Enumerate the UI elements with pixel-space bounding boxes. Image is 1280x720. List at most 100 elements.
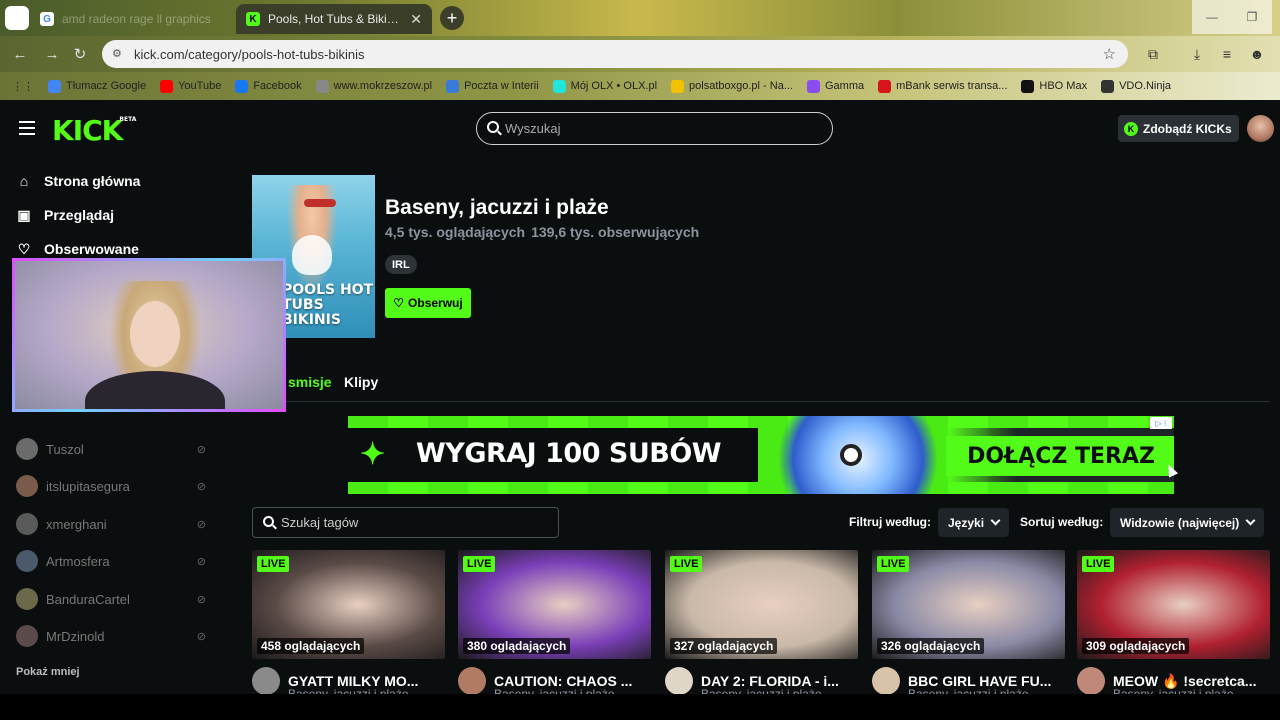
bookmark-favicon-icon [446,79,460,93]
apps-icon[interactable]: ⋮⋮ [12,80,34,93]
join-now-button[interactable]: DOŁĄCZ TERAZ [946,436,1174,476]
get-kicks-button[interactable]: K Zdobądź KICKs [1118,115,1239,142]
sort-label: Sortuj według: [1020,515,1104,529]
viewer-count: 326 oglądających [877,638,985,654]
channel-avatar [16,438,38,460]
followed-channel[interactable]: Tuszol ⊘ [16,437,206,461]
search-placeholder: Wyszukaj [505,121,561,136]
stream-card[interactable]: LIVE 309 oglądających MEOW 🔥 !secretca..… [1077,550,1270,701]
followed-channel[interactable]: itslupitasegura ⊘ [16,474,206,498]
filter-value: Języki [948,515,985,530]
extensions-icon[interactable]: ⧉ [1144,45,1162,63]
close-tab-icon[interactable]: ✕ [410,11,422,28]
kick-logo[interactable]: KICK BETA [52,114,136,147]
sidebar-item-home[interactable]: ⌂ Strona główna [16,173,141,189]
media-icon[interactable]: ≡ [1218,45,1236,63]
bookmark-label: Mój OLX • OLX.pl [570,80,658,92]
tab-clips[interactable]: Klipy [344,374,378,390]
search-input[interactable]: Wyszukaj [476,112,833,145]
banner-text: WYGRAJ 100 SUBÓW [416,438,722,469]
streamer-avatar[interactable] [252,667,280,695]
bookmark-label: Facebook [253,80,302,92]
minimize-icon[interactable]: — [1192,0,1232,34]
kicks-icon: K [1124,121,1138,136]
address-bar[interactable]: ⚙ kick.com/category/pools-hot-tubs-bikin… [102,40,1128,68]
channel-name: BanduraCartel [46,591,130,607]
promo-banner[interactable]: ✦ WYGRAJ 100 SUBÓW DOŁĄCZ TERAZ ▷ ⁝ [348,416,1174,494]
followed-channel[interactable]: Artmosfera ⊘ [16,549,206,573]
streamer-avatar[interactable] [872,667,900,695]
sidebar-label: Strona główna [44,173,141,189]
browser-tab-strip: G amd radeon rage ll graphics K Pools, H… [0,0,1280,36]
url-text: kick.com/category/pools-hot-tubs-bikinis [134,46,365,62]
live-badge: LIVE [877,556,910,572]
menu-icon[interactable] [19,121,35,135]
browser-tab-inactive[interactable]: G amd radeon rage ll graphics [30,4,230,34]
followed-channel[interactable]: xmerghani ⊘ [16,512,206,536]
stream-card[interactable]: LIVE 326 oglądających BBC GIRL HAVE FU..… [872,550,1065,701]
tab-livestreams[interactable]: smisje [288,374,332,390]
back-icon[interactable]: ← [10,44,30,64]
site-info-icon[interactable]: ⚙ [112,47,126,61]
stream-thumbnail[interactable]: LIVE 380 oglądających [458,550,651,659]
stream-card[interactable]: LIVE 327 oglądających DAY 2: FLORIDA - i… [665,550,858,701]
kick-favicon-icon: K [246,12,260,26]
stream-thumbnail[interactable]: LIVE 327 oglądających [665,550,858,659]
bookmark-label: www.mokrzeszow.pl [333,80,433,92]
user-avatar[interactable] [1247,115,1274,142]
viewer-count: 327 oglądających [670,638,778,654]
bookmark-item[interactable]: Mój OLX • OLX.pl [552,79,658,93]
stream-thumbnail[interactable]: LIVE 458 oglądających [252,550,445,659]
bookmark-item[interactable]: Facebook [235,79,302,93]
stream-thumbnail[interactable]: LIVE 309 oglądających [1077,550,1270,659]
bookmark-item[interactable]: HBO Max [1021,79,1087,93]
bookmark-favicon-icon [235,79,249,93]
category-tag[interactable]: IRL [385,255,417,274]
bookmark-item[interactable]: www.mokrzeszow.pl [315,79,433,93]
followed-channel[interactable]: BanduraCartel ⊘ [16,587,206,611]
forward-icon[interactable]: → [42,44,62,64]
download-icon[interactable]: ⤓ [1188,45,1206,63]
kicks-label: Zdobądź KICKs [1143,121,1232,136]
show-less-link[interactable]: Pokaż mniej [16,666,80,678]
sort-dropdown[interactable]: Widzowie (najwięcej) [1110,508,1265,537]
stream-card[interactable]: LIVE 458 oglądających GYATT MILKY MO... … [252,550,445,701]
ad-info-icon[interactable]: ▷ ⁝ [1150,417,1172,429]
tag-search-input[interactable]: Szukaj tagów [252,507,559,538]
search-icon [263,516,274,527]
bookmark-favicon-icon [315,79,329,93]
followed-channel[interactable]: MrDzinold ⊘ [16,624,206,648]
new-tab-button[interactable]: + [440,6,464,30]
streamer-avatar[interactable] [1077,667,1105,695]
category-tabs: smisje Klipy [252,368,1270,402]
bookmark-item[interactable]: Gamma [807,79,865,93]
reload-icon[interactable]: ↻ [70,44,90,64]
bookmark-favicon-icon [552,79,566,93]
browser-menu-icon[interactable] [5,6,29,30]
sort-value: Widzowie (najwięcej) [1120,515,1240,530]
restore-icon[interactable]: ❐ [1232,0,1272,34]
streamer-avatar[interactable] [665,667,693,695]
browser-tab-active[interactable]: K Pools, Hot Tubs & Bikinis Stream ✕ [236,4,432,34]
bookmark-item[interactable]: Tłumacz Google [48,79,146,93]
offline-icon: ⊘ [196,518,206,531]
bookmark-item[interactable]: Poczta w Interii [446,79,539,93]
stream-thumbnail[interactable]: LIVE 326 oglądających [872,550,1065,659]
bookmark-label: Gamma [825,80,865,92]
bookmark-item[interactable]: VDO.Ninja [1101,79,1172,93]
bookmark-star-icon[interactable]: ☆ [1103,45,1116,63]
bookmark-item[interactable]: polsatboxgo.pl - Na... [671,79,793,93]
streamer-avatar[interactable] [458,667,486,695]
profile-icon[interactable]: ☻ [1248,45,1266,63]
heart-icon: ♡ [393,296,405,310]
stream-card[interactable]: LIVE 380 oglądających CAUTION: CHAOS ...… [458,550,651,701]
thumbnail-text: POOLS HOT TUBS BIKINIS [282,282,374,328]
bookmark-item[interactable]: mBank serwis transa... [878,79,1007,93]
sidebar-item-following[interactable]: ♡ Obserwowane [16,241,139,258]
bookmark-item[interactable]: YouTube [160,79,221,93]
sidebar-item-browse[interactable]: ▣ Przeglądaj [16,207,114,224]
kick-page: KICK BETA Wyszukaj K Zdobądź KICKs ⌂ Stro… [0,102,1280,701]
bookmark-label: VDO.Ninja [1119,80,1172,92]
follow-button[interactable]: ♡ Obserwuj [385,288,471,318]
language-filter-dropdown[interactable]: Języki [938,508,1010,537]
